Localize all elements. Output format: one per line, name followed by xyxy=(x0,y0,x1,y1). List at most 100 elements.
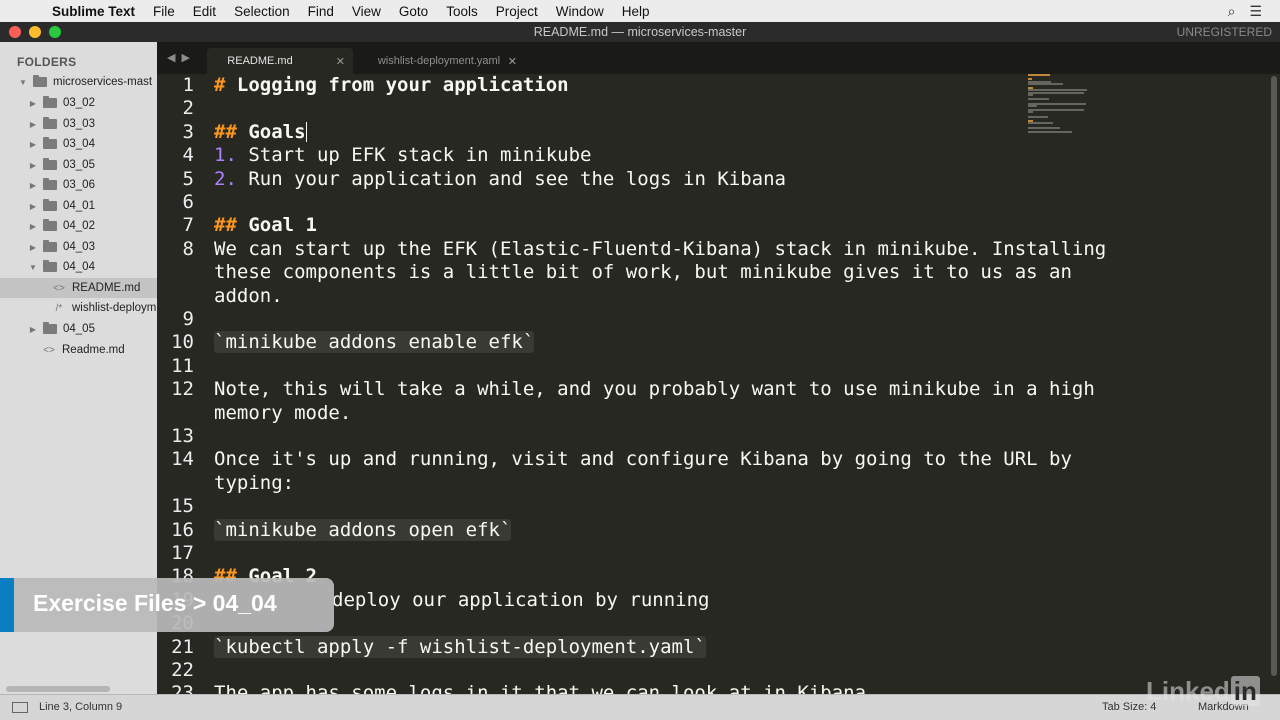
heading-text: Goals xyxy=(248,120,306,143)
app-menu[interactable]: Sublime Text xyxy=(52,4,135,19)
minimap-line xyxy=(1028,91,1085,94)
sidebar-file-readme-active[interactable]: <> README.md xyxy=(0,278,157,298)
editor-line[interactable]: 8 We can start up the EFK (Elastic-Fluent… xyxy=(157,238,1257,261)
expanded-arrow-icon[interactable]: ▼ xyxy=(28,263,38,272)
minimap-line xyxy=(1028,111,1034,114)
collapsed-arrow-icon[interactable]: ▶ xyxy=(28,243,38,252)
line-content: `minikube addons enable efk` xyxy=(214,331,535,354)
menu-help[interactable]: Help xyxy=(622,4,650,19)
tab-wishlist-deployment[interactable]: wishlist-deployment.yaml ✕ xyxy=(353,48,525,74)
menu-find[interactable]: Find xyxy=(308,4,334,19)
line-number: 22 xyxy=(171,659,194,681)
menu-goto[interactable]: Goto xyxy=(399,4,428,19)
collapsed-arrow-icon[interactable]: ▶ xyxy=(28,222,38,231)
menu-window[interactable]: Window xyxy=(556,4,604,19)
editor-line[interactable]: 13 xyxy=(157,425,1257,448)
minimap-line xyxy=(1028,122,1053,125)
folder-icon xyxy=(43,158,57,170)
editor-line[interactable]: 22 xyxy=(157,659,1257,682)
status-bar: Line 3, Column 9 Tab Size: 4 Markdown xyxy=(0,686,1280,720)
minimap[interactable] xyxy=(1028,74,1115,134)
editor-line[interactable]: 17 xyxy=(157,542,1257,565)
sidebar-folder-03-06[interactable]: ▶ 03_06 xyxy=(0,175,157,195)
line-number: 4 xyxy=(182,144,194,167)
line-number: 15 xyxy=(171,495,194,518)
editor-line[interactable]: 6 xyxy=(157,191,1257,214)
collapsed-arrow-icon[interactable]: ▶ xyxy=(28,140,38,149)
tab-close-icon[interactable]: ✕ xyxy=(336,55,345,68)
sidebar-item-label: wishlist-deploym xyxy=(72,302,157,314)
sidebar-file-readme-root[interactable]: <> Readme.md xyxy=(0,340,157,360)
tab-close-icon[interactable]: ✕ xyxy=(508,55,517,68)
editor-line[interactable]: 7 ## Goal 1 xyxy=(157,214,1257,237)
file-icon: /* xyxy=(55,302,63,314)
menu-tools[interactable]: Tools xyxy=(446,4,478,19)
tab-readme[interactable]: README.md ✕ xyxy=(207,48,353,74)
collapsed-arrow-icon[interactable]: ▶ xyxy=(28,120,38,129)
expanded-arrow-icon[interactable]: ▼ xyxy=(18,78,28,87)
menu-file[interactable]: File xyxy=(153,4,175,19)
line-content: 2. Run your application and see the logs… xyxy=(214,168,786,190)
notification-center-icon[interactable]: ☰ xyxy=(1249,3,1262,20)
collapsed-arrow-icon[interactable]: ▶ xyxy=(28,325,38,334)
panel-toggle-icon[interactable] xyxy=(12,702,28,713)
editor-line[interactable]: memory mode. xyxy=(157,402,1257,425)
scrollbar-thumb[interactable] xyxy=(1271,76,1277,676)
line-number: 11 xyxy=(171,354,194,377)
sidebar-file-wishlist-deployment[interactable]: /* wishlist-deploym xyxy=(0,298,157,318)
editor-line[interactable]: 14 Once it's up and running, visit and co… xyxy=(157,448,1257,471)
line-number: 5 xyxy=(182,167,194,190)
sidebar-folder-03-02[interactable]: ▶ 03_02 xyxy=(0,93,157,113)
menu-project[interactable]: Project xyxy=(496,4,538,19)
line-number: 14 xyxy=(171,448,194,471)
file-icon: <> xyxy=(53,282,65,294)
sidebar-item-label: microservices-mast xyxy=(53,76,153,88)
editor-line[interactable]: 5 2. Run your application and see the log… xyxy=(157,168,1257,191)
folder-icon xyxy=(43,240,57,252)
line-content: # Logging from your application xyxy=(214,74,569,96)
menu-edit[interactable]: Edit xyxy=(193,4,216,19)
sidebar-folder-03-03[interactable]: ▶ 03_03 xyxy=(0,114,157,134)
collapsed-arrow-icon[interactable]: ▶ xyxy=(28,99,38,108)
editor-line[interactable]: 15 xyxy=(157,495,1257,518)
line-content: `minikube addons open efk` xyxy=(214,518,512,541)
editor-line[interactable]: 11 xyxy=(157,355,1257,378)
line-number: 13 xyxy=(171,425,194,447)
folder-icon xyxy=(43,178,57,190)
line-content: these components is a little bit of work… xyxy=(214,261,1072,284)
editor-line[interactable]: addon. xyxy=(157,285,1257,308)
sidebar-folder-04-03[interactable]: ▶ 04_03 xyxy=(0,237,157,257)
vertical-scrollbar[interactable] xyxy=(1268,74,1280,694)
spotlight-search-icon[interactable]: ⌕ xyxy=(1228,3,1236,20)
exercise-files-overlay: Exercise Files > 04_04 xyxy=(0,578,334,632)
editor-line[interactable]: 10 `minikube addons enable efk` xyxy=(157,331,1257,354)
menu-selection[interactable]: Selection xyxy=(234,4,290,19)
editor-line[interactable]: 21 `kubectl apply -f wishlist-deployment.… xyxy=(157,635,1257,659)
collapsed-arrow-icon[interactable]: ▶ xyxy=(28,202,38,211)
sidebar-root-folder[interactable]: ▼ microservices-mast xyxy=(0,72,157,92)
editor-line[interactable]: 9 xyxy=(157,308,1257,331)
sidebar-folder-03-05[interactable]: ▶ 03_05 xyxy=(0,155,157,175)
sidebar-folder-04-02[interactable]: ▶ 04_02 xyxy=(0,216,157,236)
sidebar-folder-04-05[interactable]: ▶ 04_05 xyxy=(0,319,157,339)
editor-line[interactable]: these components is a little bit of work… xyxy=(157,261,1257,284)
editor-line[interactable]: 16 `minikube addons open efk` xyxy=(157,518,1257,542)
sidebar-item-label: README.md xyxy=(72,282,141,294)
list-text: Start up EFK stack in minikube xyxy=(248,144,592,167)
collapsed-arrow-icon[interactable]: ▶ xyxy=(28,161,38,170)
line-number: 7 xyxy=(182,214,194,237)
horizontal-scrollbar[interactable] xyxy=(6,686,110,692)
folder-icon xyxy=(43,96,57,108)
line-content: addon. xyxy=(214,284,283,307)
sidebar-folder-03-04[interactable]: ▶ 03_04 xyxy=(0,134,157,154)
linkedin-watermark: Linked in xyxy=(1146,676,1260,707)
sidebar-folder-04-01[interactable]: ▶ 04_01 xyxy=(0,196,157,216)
collapsed-arrow-icon[interactable]: ▶ xyxy=(28,181,38,190)
editor-line[interactable]: 12 Note, this will take a while, and you … xyxy=(157,378,1257,401)
menu-view[interactable]: View xyxy=(352,4,381,19)
editor-line[interactable]: 23 The app has some logs in it that we ca… xyxy=(157,682,1257,694)
sidebar-folder-04-04[interactable]: ▼ 04_04 xyxy=(0,257,157,277)
editor-line[interactable]: typing: xyxy=(157,472,1257,495)
editor-line[interactable]: 4 1. Start up EFK stack in minikube xyxy=(157,144,1257,167)
line-number: 17 xyxy=(171,542,194,564)
